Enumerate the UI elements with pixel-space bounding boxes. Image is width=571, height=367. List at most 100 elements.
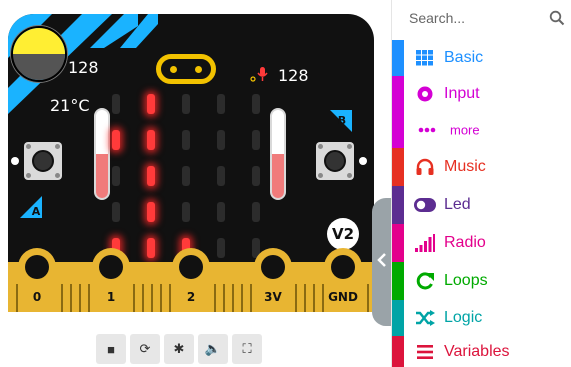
- category-color-bar: [392, 148, 404, 186]
- led-r2-c3: [217, 166, 225, 186]
- led-r2-c4: [252, 166, 260, 186]
- category-led[interactable]: Led: [392, 186, 571, 224]
- edge-strip: [133, 284, 135, 312]
- edge-strip: [232, 284, 234, 312]
- category-color-bar: [392, 224, 404, 262]
- led-r2-c2: [182, 166, 190, 186]
- edge-strip: [70, 284, 72, 312]
- restart-icon: ⟳: [139, 341, 151, 356]
- mute-button[interactable]: 🔈: [198, 334, 228, 364]
- simulator-panel: 128 21°C 128 A B V2 0 1 2 3V GND ■ ⟳ ✱ 🔈…: [0, 0, 394, 367]
- category-label: Input: [444, 85, 480, 102]
- light-level-value: 128: [68, 58, 99, 77]
- edge-strip: [367, 284, 369, 312]
- debug-icon: ✱: [173, 341, 185, 356]
- temperature-value: 21°C: [50, 96, 90, 115]
- edge-strip: [223, 284, 225, 312]
- temperature-slider-fill: [96, 154, 108, 198]
- category-basic[interactable]: Basic: [392, 40, 571, 76]
- edge-strip: [88, 284, 90, 312]
- microphone-icon: [250, 67, 268, 82]
- pin-label: 3V: [264, 290, 282, 304]
- led-r3-c4: [252, 202, 260, 222]
- led-r2-c1: [147, 166, 155, 186]
- led-r3-c0: [112, 202, 120, 222]
- pin-hole: [25, 255, 49, 279]
- category-color-bar: [392, 112, 404, 148]
- led-r2-c0: [112, 166, 120, 186]
- led-r1-c0: [112, 130, 120, 150]
- led-r4-c3: [217, 238, 225, 258]
- led-r1-c2: [182, 130, 190, 150]
- led-r3-c3: [217, 202, 225, 222]
- category-color-bar: [392, 40, 404, 76]
- led-r3-c2: [182, 202, 190, 222]
- shuffle-icon: [414, 308, 436, 328]
- microbit-board: 128 21°C 128 A B V2 0 1 2 3V GND: [8, 14, 374, 312]
- edge-strip: [241, 284, 243, 312]
- edge-strip: [61, 284, 63, 312]
- v2-badge: V2: [327, 218, 359, 250]
- list-icon: [414, 342, 436, 362]
- right-edge-hole: [359, 157, 367, 165]
- restart-button[interactable]: ⟳: [130, 334, 160, 364]
- led-r0-c4: [252, 94, 260, 114]
- sound-level-slider[interactable]: [270, 108, 286, 200]
- svg-text:B: B: [338, 114, 346, 127]
- category-music[interactable]: Music: [392, 148, 571, 186]
- debug-button[interactable]: ✱: [164, 334, 194, 364]
- search-input[interactable]: [393, 0, 571, 36]
- category-color-bar: [392, 76, 404, 112]
- edge-strip: [304, 284, 306, 312]
- simulator-toolbar: ■ ⟳ ✱ 🔈 ⛶: [96, 334, 262, 364]
- grid-icon: [414, 48, 436, 68]
- category-variables[interactable]: Variables: [392, 336, 571, 367]
- pin-hole: [261, 255, 285, 279]
- svg-text:A: A: [32, 205, 41, 218]
- button-a-label: A: [20, 196, 42, 218]
- pin-label: 1: [106, 290, 116, 304]
- more-icon: [416, 120, 438, 140]
- category-radio[interactable]: Radio: [392, 224, 571, 262]
- led-r0-c3: [217, 94, 225, 114]
- led-r3-c1: [147, 202, 155, 222]
- edge-strip: [313, 284, 315, 312]
- led-r1-c3: [217, 130, 225, 150]
- signal-icon: [414, 233, 436, 253]
- category-label: Loops: [444, 272, 488, 289]
- fullscreen-icon: ⛶: [242, 341, 252, 356]
- category-logic[interactable]: Logic: [392, 300, 571, 336]
- pin-hole: [179, 255, 203, 279]
- category-more[interactable]: more: [392, 112, 571, 148]
- pin-hole: [99, 255, 123, 279]
- logo-dot-right: [195, 66, 202, 73]
- category-loops[interactable]: Loops: [392, 262, 571, 300]
- temperature-slider[interactable]: [94, 108, 110, 200]
- mute-icon: 🔈: [204, 341, 222, 356]
- input-icon: [414, 84, 436, 104]
- edge-strip: [79, 284, 81, 312]
- category-label: more: [450, 122, 480, 138]
- button-b[interactable]: [316, 142, 354, 180]
- stop-icon: ■: [107, 341, 115, 357]
- fullscreen-button[interactable]: ⛶: [232, 334, 262, 364]
- category-input[interactable]: Input: [392, 76, 571, 112]
- light-level-sensor[interactable]: [11, 26, 67, 82]
- button-a-cap: [32, 150, 54, 172]
- led-r1-c4: [252, 130, 260, 150]
- search-icon[interactable]: [549, 10, 565, 26]
- stop-button[interactable]: ■: [96, 334, 126, 364]
- toolbox: Basic Input more Music Led Radio Loops Logic Var…: [391, 0, 571, 367]
- chevron-left-icon: [377, 253, 386, 267]
- edge-strip: [151, 284, 153, 312]
- sound-level-value: 128: [278, 66, 309, 85]
- sound-level-slider-fill: [272, 154, 284, 198]
- button-b-label: B: [330, 110, 352, 132]
- toggle-icon: [414, 195, 436, 215]
- category-label: Basic: [444, 49, 484, 66]
- button-a[interactable]: [24, 142, 62, 180]
- led-r0-c1: [147, 94, 155, 114]
- touch-logo[interactable]: [156, 54, 216, 84]
- toolbox-search: [393, 0, 571, 36]
- category-label: Radio: [444, 234, 486, 251]
